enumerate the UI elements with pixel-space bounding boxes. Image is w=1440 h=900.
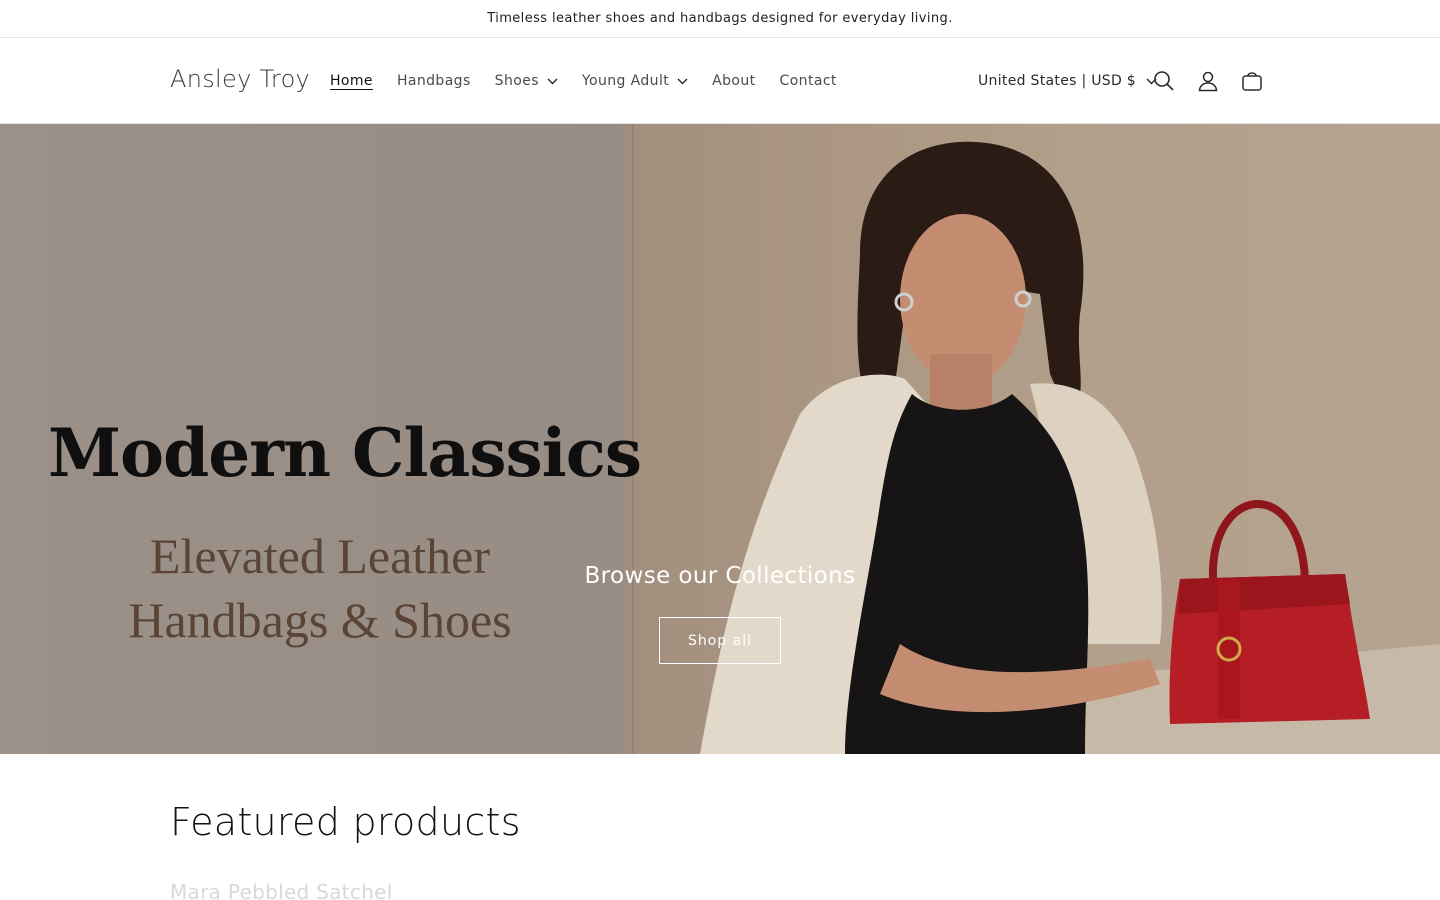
nav-shoes[interactable]: Shoes	[483, 73, 570, 89]
nav-handbags-label: Handbags	[396, 73, 471, 89]
cart-icon[interactable]	[1239, 68, 1265, 94]
chevron-down-icon	[677, 78, 688, 84]
account-icon[interactable]	[1195, 68, 1221, 94]
country-currency-selector[interactable]: United States | USD $	[978, 39, 1157, 123]
announcement-bar: Timeless leather shoes and handbags desi…	[0, 0, 1440, 38]
nav-handbags[interactable]: Handbags	[385, 73, 483, 89]
announcement-text: Timeless leather shoes and handbags desi…	[487, 11, 953, 26]
featured-products-title: Featured products	[170, 800, 521, 844]
site-header: Ansley Troy Home Handbags Shoes Young Ad…	[0, 39, 1440, 124]
main-nav: Home Handbags Shoes Young Adult About Co…	[318, 39, 849, 123]
featured-products-peek: Mara Pebbled Satchel	[170, 880, 393, 900]
nav-contact[interactable]: Contact	[768, 73, 849, 89]
nav-young-adult-label: Young Adult	[581, 73, 670, 89]
hero-subtitle-line-2: Handbags & Shoes	[128, 592, 512, 648]
logo[interactable]: Ansley Troy	[170, 65, 310, 93]
nav-shoes-label: Shoes	[494, 73, 539, 89]
chevron-down-icon	[547, 78, 558, 84]
country-currency-label: United States | USD $	[978, 73, 1136, 89]
shop-all-button[interactable]: Shop all	[659, 617, 781, 664]
nav-home-label: Home	[330, 73, 373, 89]
nav-young-adult[interactable]: Young Adult	[570, 73, 700, 89]
hero-caption: Browse our Collections	[584, 563, 856, 589]
nav-contact-label: Contact	[779, 73, 837, 89]
hero-title: Modern Classics	[48, 414, 642, 492]
search-icon[interactable]	[1151, 68, 1177, 94]
nav-home[interactable]: Home	[318, 73, 385, 89]
nav-about-label: About	[712, 73, 756, 89]
nav-about[interactable]: About	[700, 73, 767, 89]
